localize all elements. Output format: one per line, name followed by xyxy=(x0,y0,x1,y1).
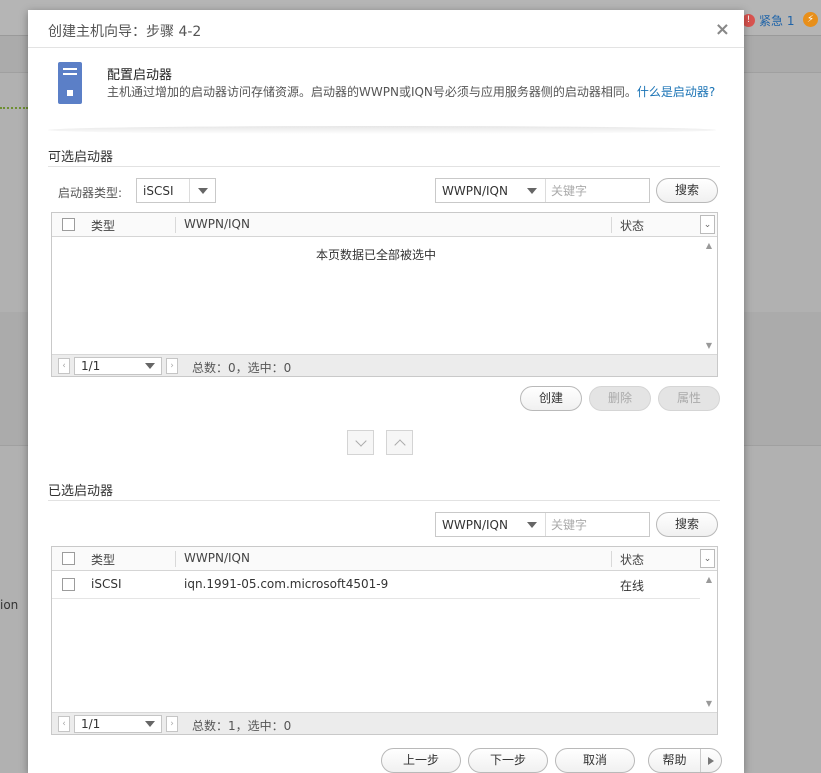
scroll-down-icon[interactable]: ▼ xyxy=(706,699,712,708)
dialog-title: 创建主机向导：步骤 4-2 xyxy=(48,24,202,40)
available-search-box: WWPN/IQN xyxy=(435,178,650,203)
chevron-down-icon xyxy=(527,187,537,194)
prev-page-icon[interactable]: ‹ xyxy=(58,716,70,732)
available-initiators-table: 类型 WWPN/IQN 状态 ⌄ 本页数据已全部被选中 ▲ ▼ ‹ 1/1 › … xyxy=(51,212,718,377)
page-select[interactable]: 1/1 xyxy=(74,357,162,375)
help-menu-arrow-icon[interactable] xyxy=(701,749,721,772)
what-is-initiator-link[interactable]: 什么是启动器? xyxy=(637,85,715,99)
empty-message: 本页数据已全部被选中 xyxy=(315,248,436,262)
table-header: 类型 WWPN/IQN 状态 ⌄ xyxy=(52,547,717,571)
server-icon xyxy=(58,62,82,104)
table-row[interactable]: iSCSI iqn.1991-05.com.microsoft4501-9 在线 xyxy=(52,571,700,599)
chevron-up-icon xyxy=(393,438,406,451)
intro-section: 配置启动器 主机通过增加的启动器访问存储资源。启动器的WWPN或IQN号必须与应… xyxy=(58,62,718,132)
selected-search-input[interactable] xyxy=(546,513,649,536)
create-host-wizard-dialog: 创建主机向导：步骤 4-2 × 配置启动器 主机通过增加的启动器访问存储资源。启… xyxy=(28,10,744,773)
selected-search-field-select[interactable]: WWPN/IQN xyxy=(436,513,546,536)
column-status[interactable]: 状态 xyxy=(620,551,644,568)
move-up-button[interactable] xyxy=(386,430,413,455)
intro-heading: 配置启动器 xyxy=(107,68,173,83)
selected-search-box: WWPN/IQN xyxy=(435,512,650,537)
create-button[interactable]: 创建 xyxy=(520,386,582,411)
selected-initiators-title: 已选启动器 xyxy=(48,484,114,499)
chevron-down-icon xyxy=(189,179,215,202)
intro-divider-shadow xyxy=(48,126,716,134)
section-divider xyxy=(48,166,720,167)
lightning-icon[interactable]: ⚡ xyxy=(803,12,818,27)
vertical-scrollbar[interactable]: ▲ ▼ xyxy=(700,571,717,713)
section-divider xyxy=(48,500,720,501)
intro-description: 主机通过增加的启动器访问存储资源。启动器的WWPN或IQN号必须与应用服务器侧的… xyxy=(107,85,716,99)
next-step-button[interactable]: 下一步 xyxy=(468,748,548,773)
page-select[interactable]: 1/1 xyxy=(74,715,162,733)
row-checkbox[interactable] xyxy=(62,578,75,591)
dialog-header: 创建主机向导：步骤 4-2 × xyxy=(28,10,744,48)
row-type: iSCSI xyxy=(91,577,122,591)
selected-search-button[interactable]: 搜索 xyxy=(656,512,718,537)
next-page-icon[interactable]: › xyxy=(166,358,178,374)
close-icon[interactable]: × xyxy=(715,19,730,40)
initiator-type-select[interactable]: iSCSI xyxy=(136,178,216,203)
column-status[interactable]: 状态 xyxy=(620,217,644,234)
alert-count: 紧急 1 xyxy=(759,14,795,28)
available-search-input[interactable] xyxy=(546,179,649,202)
selected-initiators-table: 类型 WWPN/IQN 状态 ⌄ iSCSI iqn.1991-05.com.m… xyxy=(51,546,718,735)
previous-step-button[interactable]: 上一步 xyxy=(381,748,461,773)
alert-indicator[interactable]: ! 紧急 1 xyxy=(742,12,794,29)
row-status: 在线 xyxy=(620,579,645,593)
move-down-button[interactable] xyxy=(347,430,374,455)
background-dotted-line xyxy=(0,107,28,109)
available-search-field-select[interactable]: WWPN/IQN xyxy=(436,179,546,202)
available-initiators-title: 可选启动器 xyxy=(48,150,114,165)
column-wwpn[interactable]: WWPN/IQN xyxy=(184,217,250,231)
pager-summary: 总数：1，选中：0 xyxy=(192,719,292,733)
column-menu-icon[interactable]: ⌄ xyxy=(700,215,715,234)
available-pager: ‹ 1/1 › 总数：0，选中：0 xyxy=(52,354,717,376)
column-wwpn[interactable]: WWPN/IQN xyxy=(184,551,250,565)
scroll-up-icon[interactable]: ▲ xyxy=(706,575,712,584)
column-type[interactable]: 类型 xyxy=(91,217,115,234)
chevron-down-icon xyxy=(354,434,367,447)
pager-summary: 总数：0，选中：0 xyxy=(192,361,292,375)
column-type[interactable]: 类型 xyxy=(91,551,115,568)
initiator-type-value: iSCSI xyxy=(143,184,174,198)
available-search-button[interactable]: 搜索 xyxy=(656,178,718,203)
column-menu-icon[interactable]: ⌄ xyxy=(700,549,715,568)
row-wwpn: iqn.1991-05.com.microsoft4501-9 xyxy=(184,577,389,591)
selected-pager: ‹ 1/1 › 总数：1，选中：0 xyxy=(52,712,717,734)
initiator-type-label: 启动器类型: xyxy=(58,186,123,200)
background-text-fragment: ion xyxy=(0,598,19,612)
prev-page-icon[interactable]: ‹ xyxy=(58,358,70,374)
vertical-scrollbar[interactable]: ▲ ▼ xyxy=(700,237,717,355)
delete-button[interactable]: 删除 xyxy=(589,386,651,411)
scroll-down-icon[interactable]: ▼ xyxy=(706,341,712,350)
cancel-button[interactable]: 取消 xyxy=(555,748,635,773)
scroll-up-icon[interactable]: ▲ xyxy=(706,241,712,250)
next-page-icon[interactable]: › xyxy=(166,716,178,732)
properties-button[interactable]: 属性 xyxy=(658,386,720,411)
help-button[interactable]: 帮助 xyxy=(648,748,722,773)
select-all-checkbox[interactable] xyxy=(62,552,75,565)
help-label[interactable]: 帮助 xyxy=(649,749,701,772)
select-all-checkbox[interactable] xyxy=(62,218,75,231)
table-header: 类型 WWPN/IQN 状态 ⌄ xyxy=(52,213,717,237)
chevron-down-icon xyxy=(527,521,537,528)
